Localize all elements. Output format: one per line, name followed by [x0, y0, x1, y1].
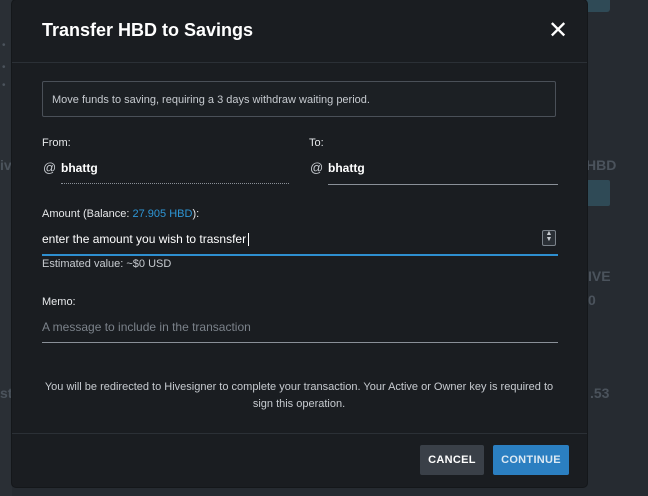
amount-input[interactable]: enter the amount you wish to trasnsfer — [42, 228, 556, 254]
amount-label: Amount (Balance: 27.905 HBD): — [42, 208, 200, 220]
background-bullet: • — [2, 62, 6, 73]
at-icon: @ — [310, 160, 324, 175]
close-icon[interactable]: ✕ — [547, 19, 569, 43]
stepper-down-icon[interactable]: ▼ — [543, 236, 555, 243]
background-text: 0 — [588, 292, 596, 308]
background-text: IVE — [588, 268, 611, 284]
to-field[interactable]: bhattg — [328, 161, 365, 175]
info-message: Move funds to saving, requiring a 3 days… — [42, 81, 556, 117]
at-icon: @ — [43, 160, 57, 175]
balance-value[interactable]: 27.905 HBD — [133, 208, 193, 220]
from-field-underline — [61, 183, 289, 184]
background-text: st — [0, 385, 13, 401]
continue-button[interactable]: CONTINUE — [493, 445, 569, 475]
memo-input[interactable]: A message to include in the transaction — [42, 320, 251, 334]
background-bullet: • — [2, 40, 6, 51]
background-text: HBD — [586, 157, 617, 173]
header-divider — [12, 62, 587, 63]
redirect-notice: You will be redirected to Hivesigner to … — [44, 381, 554, 410]
footer-divider — [12, 433, 587, 434]
amount-input-underline — [42, 254, 558, 256]
background-text: .53 — [590, 385, 610, 401]
text-caret — [248, 233, 250, 247]
transfer-dialog: Transfer HBD to Savings ✕ Move funds to … — [12, 0, 587, 487]
dialog-header: Transfer HBD to Savings ✕ — [12, 0, 587, 62]
background-card — [586, 180, 610, 206]
to-label: To: — [309, 137, 324, 149]
cancel-button[interactable]: CANCEL — [420, 445, 484, 475]
dialog-title: Transfer HBD to Savings — [42, 20, 254, 40]
estimated-value: Estimated value: ~$0 USD — [42, 258, 172, 270]
to-field-underline — [328, 184, 558, 185]
from-label: From: — [42, 137, 71, 149]
memo-label: Memo: — [42, 296, 76, 308]
background-text: iv — [0, 157, 12, 173]
from-field[interactable]: bhattg — [61, 161, 98, 175]
background-bullet: • — [2, 80, 6, 91]
background-left-panel — [0, 0, 12, 496]
amount-stepper[interactable]: ▲ ▼ — [542, 230, 556, 246]
memo-input-underline — [42, 342, 558, 343]
